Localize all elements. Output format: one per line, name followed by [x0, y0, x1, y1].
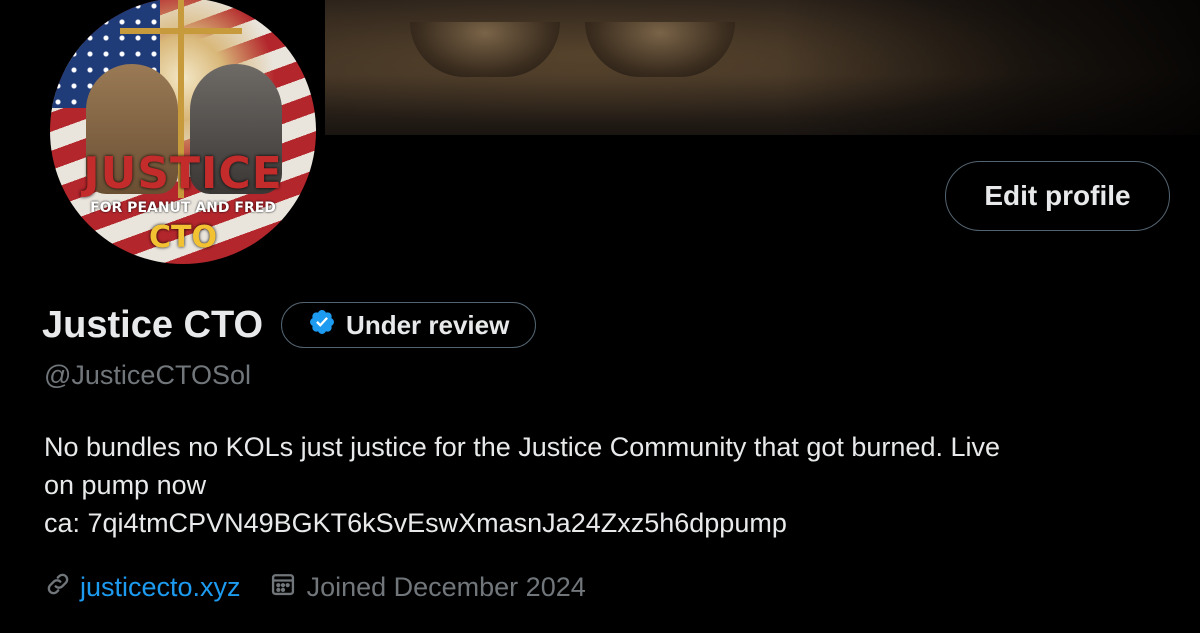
edit-profile-button[interactable]: Edit profile — [945, 161, 1170, 231]
profile-meta: justicecto.xyz Joined December 2024 — [44, 570, 586, 605]
profile-avatar[interactable]: JUSTICE FOR PEANUT AND FRED CTO — [44, 0, 322, 270]
avatar-cto-text: CTO — [149, 220, 217, 255]
avatar-justice-text: JUSTICE — [83, 148, 283, 199]
bio-line: No bundles no KOLs just justice for the … — [44, 432, 1000, 462]
verified-badge-icon — [308, 308, 336, 343]
calendar-icon — [269, 570, 297, 605]
verification-status-badge[interactable]: Under review — [281, 302, 537, 348]
avatar-scale-beam — [120, 28, 242, 34]
header-banner-image[interactable] — [325, 0, 1200, 135]
profile-bio: No bundles no KOLs just justice for the … — [44, 428, 1164, 542]
display-name: Justice CTO — [42, 303, 264, 346]
avatar-image: JUSTICE FOR PEANUT AND FRED CTO — [50, 0, 316, 264]
banner-fade — [780, 0, 1200, 135]
website-link[interactable]: justicecto.xyz — [80, 572, 241, 603]
avatar-subtitle-text: FOR PEANUT AND FRED — [90, 200, 276, 216]
bio-line: on pump now — [44, 470, 207, 500]
joined-date: Joined December 2024 — [306, 572, 586, 602]
link-icon — [44, 570, 72, 605]
badge-label: Under review — [346, 309, 510, 340]
user-handle: @JusticeCTOSol — [44, 360, 251, 390]
name-row: Justice CTO Under review — [42, 302, 537, 348]
bio-line: ca: 7qi4tmCPVN49BGKT6kSvEswXmasnJa24Zxz5… — [44, 508, 787, 538]
